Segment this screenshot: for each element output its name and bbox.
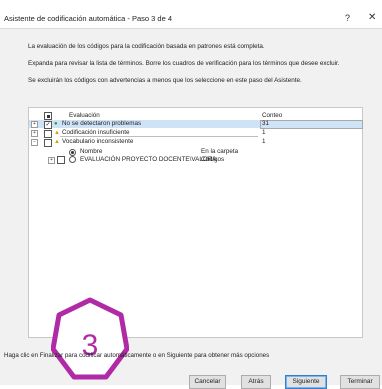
row-checkbox[interactable]: ✓: [44, 120, 52, 129]
warning-icon: ▲: [54, 139, 60, 145]
row-checkbox[interactable]: [44, 129, 52, 138]
wizard-body: La evaluación de los códigos para la cod…: [0, 29, 382, 389]
row-count: 1: [262, 138, 266, 145]
sub-row-name: EVALUACIÓN PROYECTO DOCENTE\VALORA: [80, 156, 217, 163]
sub-header-radio[interactable]: [69, 149, 76, 156]
instruction-line-3: Se excluirán los códigos con advertencia…: [28, 77, 302, 84]
expand-icon[interactable]: +: [48, 157, 55, 164]
instruction-line-2: Expanda para revisar la lista de término…: [28, 60, 340, 67]
next-button[interactable]: Siguiente: [285, 375, 327, 389]
column-header-count[interactable]: Conteo: [262, 112, 282, 119]
row-label: No se detectaron problemas: [62, 120, 142, 127]
back-button[interactable]: Atrás: [241, 375, 271, 389]
label-cell-box: [60, 129, 258, 137]
instruction-line-1: La evaluación de los códigos para la cod…: [28, 43, 265, 50]
row-checkbox[interactable]: [44, 138, 52, 147]
sub-row-radio[interactable]: [69, 156, 76, 163]
sub-column-folder[interactable]: En la carpeta: [201, 148, 238, 155]
table-row[interactable]: − ▲ Vocabulario inconsistente 1: [29, 138, 362, 147]
finish-button[interactable]: Terminar: [340, 375, 380, 389]
help-button[interactable]: ?: [345, 13, 350, 23]
evaluation-grid: Evaluación Conteo + ✓ ● No se detectaron…: [28, 107, 363, 380]
row-label: Vocabulario inconsistente: [62, 138, 134, 145]
title-bar: Asistente de codificación automática - P…: [0, 0, 382, 29]
column-header-evaluation[interactable]: Evaluación: [69, 112, 100, 119]
expand-icon[interactable]: +: [31, 130, 38, 137]
expand-icon[interactable]: +: [31, 121, 38, 128]
close-button[interactable]: ✕: [368, 12, 376, 23]
row-count: 31: [262, 120, 270, 127]
ok-status-icon: ●: [54, 121, 58, 127]
row-count: 1: [262, 129, 266, 136]
table-row[interactable]: + ✓ ● No se detectaron problemas 31: [29, 120, 363, 129]
sub-row-folder: Códigos: [201, 156, 225, 163]
collapse-icon[interactable]: −: [31, 139, 38, 146]
select-all-checkbox[interactable]: [44, 112, 52, 120]
window-title: Asistente de codificación automática - P…: [4, 14, 173, 23]
table-row[interactable]: + ▲ Codificación insuficiente 1: [29, 129, 362, 138]
sub-row-checkbox[interactable]: [57, 156, 65, 164]
count-cell-box: [260, 120, 363, 129]
step-number-badge: 3: [51, 297, 129, 380]
sub-column-name[interactable]: Nombre: [80, 148, 102, 155]
finish-hint-text: Haga clic en Finalizar para codificar au…: [4, 352, 270, 359]
cancel-button[interactable]: Cancelar: [189, 375, 226, 389]
